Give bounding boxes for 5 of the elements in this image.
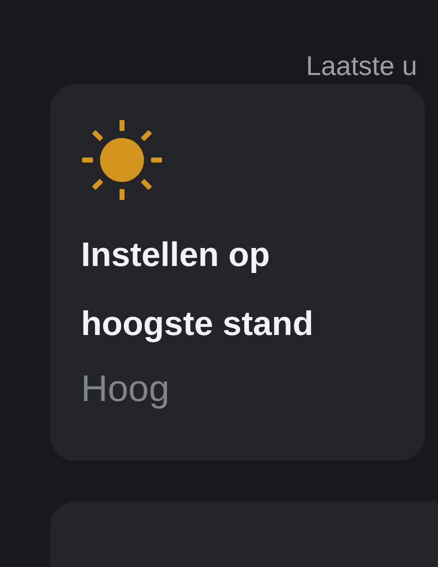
card-subtitle: Hoog [81,367,170,411]
card-title: Instellen op hoogste stand [81,235,314,345]
last-updated-label: Laatste u [306,51,418,81]
card-background[interactable]: Instellen op hoogste stand Hoog [50,84,425,461]
sun-icon [81,119,163,201]
